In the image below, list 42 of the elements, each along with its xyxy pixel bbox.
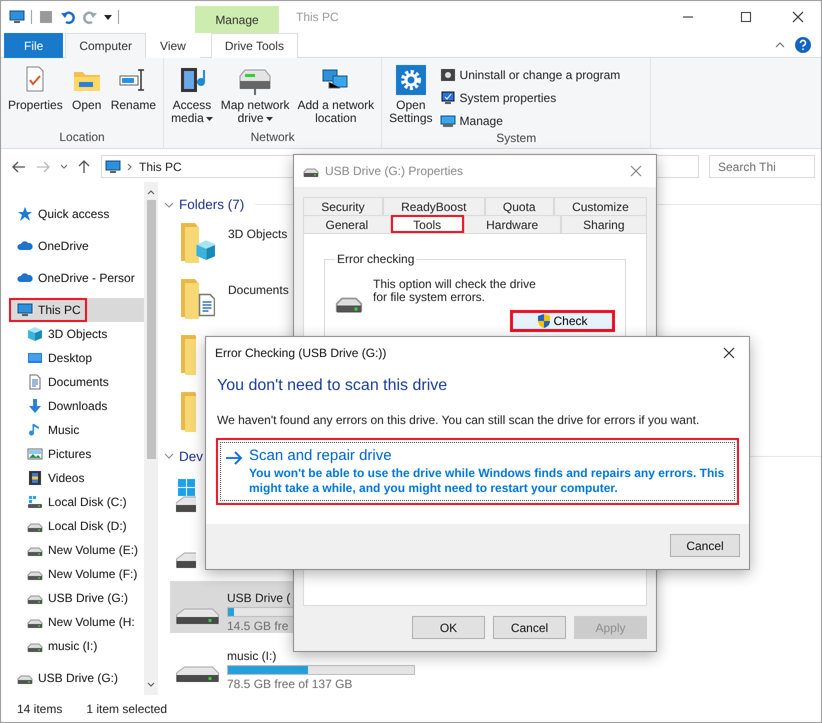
free-space: 14.5 GB fre [227,619,290,633]
dialog-message: We haven't found any errors on this drive. You can still scan the drive for errors if you want. [217,413,700,427]
nav-label: Downloads [48,399,108,413]
nav-label: USB Drive (G:) [38,671,118,685]
free-space: 78.5 GB free of 137 GB [227,677,354,691]
group-label: System [495,131,538,147]
item-name: Documents [228,283,289,298]
description: This option will check the drive for file system errors. [373,278,537,304]
nav-label: USB Drive (G:) [48,591,128,605]
window-title: This PC [295,9,340,26]
nav-label: New Volume (F:) [48,567,138,581]
nav-label: Local Disk (D:) [48,519,127,533]
nav-label: Local Disk (C:) [48,495,127,509]
item-name: USB Drive ( [227,591,292,605]
dialog-title: Error Checking (USB Drive (G:)) [215,346,388,360]
section-title: Folders (7) [179,197,244,212]
status-text: 14 items [17,702,62,716]
nav-label: Desktop [48,351,92,365]
group-label: Network [250,130,296,146]
group-title: Error checking [336,252,416,266]
nav-label: Documents [48,375,109,389]
group-label: Location [58,130,106,146]
nav-label: New Volume (E:) [48,543,138,557]
status-text: 1 item selected [86,702,168,716]
nav-label: This PC [38,303,81,317]
nav-label: Music [48,423,80,437]
dialog-heading: You don't need to scan this drive [217,377,448,395]
nav-label: music (I:) [48,639,98,653]
section-title: Dev [179,448,204,464]
nav-label: Quick access [38,207,110,221]
option-title: Scan and repair drive [249,447,393,464]
nav-label: Videos [48,471,84,485]
nav-label: OneDrive - Persor [38,271,135,285]
nav-label: New Volume (H: [48,615,135,629]
nav-label: OneDrive [38,239,89,253]
nav-label: 3D Objects [48,327,108,341]
item-name: 3D Objects [228,227,288,242]
nav-label: Pictures [48,447,92,461]
dialog-title: USB Drive (G:) Properties [325,164,464,178]
item-name: music (I:) [227,649,278,663]
context-tab-header: Manage [195,6,279,33]
option-description: You won't be able to use the drive while Windows finds and repairs any errors. This might take a while, and you might need to restart your computer. [249,466,726,496]
